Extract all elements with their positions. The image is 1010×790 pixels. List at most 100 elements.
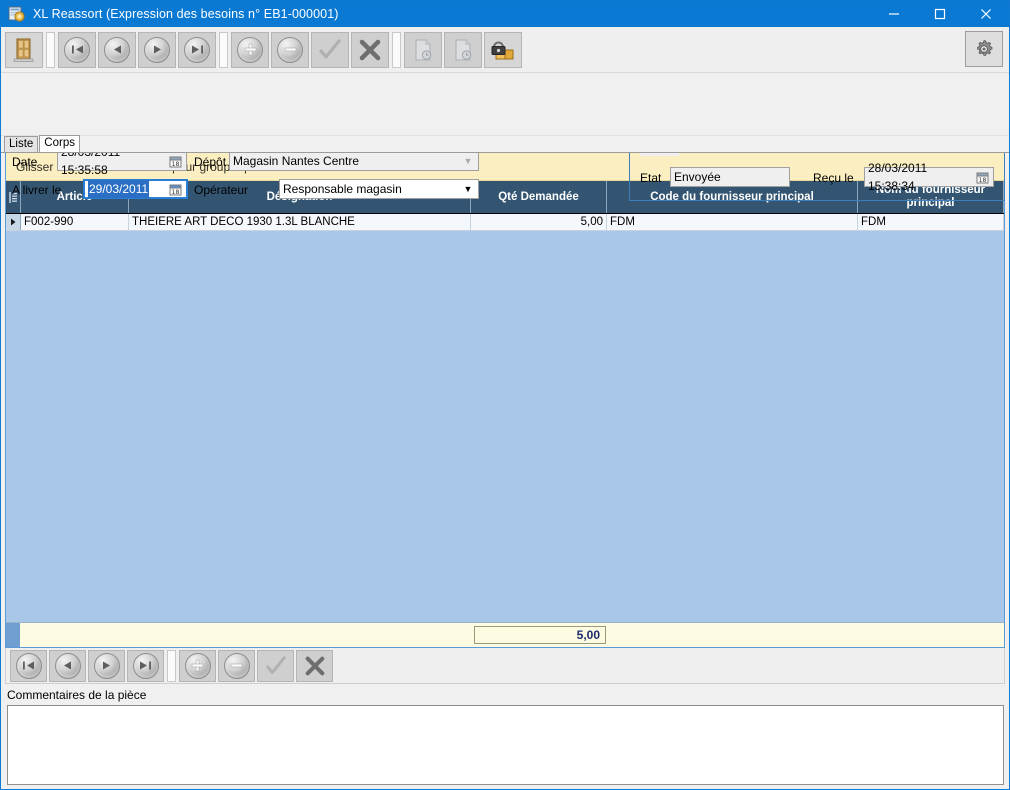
depot-value: Magasin Nantes Centre	[233, 154, 359, 168]
delivery-date-value: 29/03/2011	[88, 180, 149, 198]
grid-first-row-button[interactable]	[10, 650, 47, 682]
state-value: Envoyée	[674, 168, 721, 186]
calendar-icon[interactable]: 18	[168, 154, 183, 169]
grid-footer: 5,00	[6, 622, 1004, 647]
document-search-button[interactable]	[444, 32, 482, 68]
operator-value: Responsable magasin	[283, 182, 402, 196]
operator-combo[interactable]: Responsable magasin ▼	[279, 179, 479, 199]
header-form: Date 28/03/2011 15:35:58 18 A livrer le …	[1, 73, 1009, 136]
column-header-quantity[interactable]: Qté Demandée	[471, 181, 607, 213]
date-label: Date	[12, 155, 37, 169]
cell-quantity: 5,00	[471, 214, 607, 230]
svg-text:18: 18	[172, 161, 180, 168]
tab-corps[interactable]: Corps	[39, 135, 80, 152]
state-field[interactable]: Envoyée	[670, 167, 790, 187]
cross-icon	[304, 656, 326, 676]
calendar-icon-2[interactable]: 18	[168, 182, 183, 197]
cell-supplier-code: FDM	[607, 214, 858, 230]
next-record-icon	[94, 653, 120, 679]
grid-next-row-button[interactable]	[88, 650, 125, 682]
grid-cancel-button[interactable]	[296, 650, 333, 682]
svg-text:18: 18	[979, 177, 987, 184]
bottom-toolbar-separator	[167, 650, 176, 682]
grid-delete-row-button[interactable]	[218, 650, 255, 682]
chevron-down-icon-2[interactable]: ▼	[461, 185, 475, 194]
lock-boxes-icon	[490, 37, 516, 63]
svg-text:18: 18	[172, 189, 180, 196]
check-icon	[264, 655, 288, 677]
application-window: XL Reassort (Expression des besoins n° E…	[0, 0, 1010, 790]
grid-add-row-button[interactable]	[179, 650, 216, 682]
depot-label: Dépôt	[194, 155, 226, 169]
delivery-date-field[interactable]: 29/03/2011 18	[83, 179, 188, 199]
close-icon[interactable]	[963, 1, 1009, 27]
status-groupbox: Statut Etat Envoyée Reçu le 28/03/2011 1…	[629, 149, 1005, 201]
grid-last-row-button[interactable]	[127, 650, 164, 682]
maximize-icon[interactable]	[917, 1, 963, 27]
depot-combo[interactable]: Magasin Nantes Centre ▼	[229, 151, 479, 171]
row-selector-arrow-icon	[6, 214, 21, 230]
state-label: Etat	[640, 171, 661, 185]
settings-button[interactable]	[965, 31, 1003, 67]
delete-record-button[interactable]	[271, 32, 309, 68]
validate-button[interactable]	[311, 32, 349, 68]
cell-supplier-name: FDM	[858, 214, 1004, 230]
first-record-icon	[64, 37, 90, 63]
window-controls	[871, 1, 1009, 27]
cell-article: F002-990	[21, 214, 129, 230]
minimize-icon[interactable]	[871, 1, 917, 27]
received-field[interactable]: 28/03/2011 15:38:34 18	[864, 167, 994, 187]
app-icon	[8, 5, 26, 23]
grid-empty-area	[6, 231, 1004, 622]
previous-record-icon	[104, 37, 130, 63]
next-record-button[interactable]	[138, 32, 176, 68]
toolbar-separator-2	[219, 32, 228, 68]
add-record-button[interactable]	[231, 32, 269, 68]
plus-circle-icon	[237, 37, 263, 63]
previous-record-button[interactable]	[98, 32, 136, 68]
cross-icon	[358, 39, 382, 61]
title-bar[interactable]: XL Reassort (Expression des besoins n° E…	[1, 1, 1009, 27]
minus-circle-icon	[224, 653, 250, 679]
grid-validate-button[interactable]	[257, 650, 294, 682]
first-record-button[interactable]	[58, 32, 96, 68]
window-title: XL Reassort (Expression des besoins n° E…	[33, 7, 339, 21]
document-history-button[interactable]	[404, 32, 442, 68]
chevron-down-icon[interactable]: ▼	[461, 157, 475, 166]
grid-navigation-toolbar	[5, 648, 1005, 684]
check-icon	[317, 38, 343, 62]
tab-strip: Liste Corps	[1, 136, 1009, 153]
calendar-icon-3[interactable]: 18	[975, 170, 990, 185]
comments-section: Commentaires de la pièce	[1, 684, 1009, 789]
exit-door-button[interactable]	[5, 32, 43, 68]
document-clock2-icon	[452, 38, 474, 62]
first-record-icon	[16, 653, 42, 679]
minus-circle-icon	[277, 37, 303, 63]
items-grid-panel: Glisser un entête de colonne pour groupe…	[5, 153, 1005, 648]
gear-icon	[973, 38, 995, 60]
last-record-icon	[133, 653, 159, 679]
table-row[interactable]: F002-990 THEIERE ART DECO 1930 1.3L BLAN…	[6, 214, 1004, 231]
grid-previous-row-button[interactable]	[49, 650, 86, 682]
comments-input[interactable]	[7, 705, 1004, 785]
last-record-button[interactable]	[178, 32, 216, 68]
cancel-button[interactable]	[351, 32, 389, 68]
date-field[interactable]: 28/03/2011 15:35:58 18	[57, 151, 187, 171]
door-icon	[12, 37, 36, 63]
delivery-date-label: A livrer le	[12, 183, 61, 197]
next-record-icon	[144, 37, 170, 63]
main-toolbar	[1, 27, 1009, 73]
plus-circle-icon	[185, 653, 211, 679]
received-label: Reçu le	[813, 171, 854, 185]
last-record-icon	[184, 37, 210, 63]
cell-designation: THEIERE ART DECO 1930 1.3L BLANCHE	[129, 214, 471, 230]
operator-label: Opérateur	[194, 183, 248, 197]
comments-label: Commentaires de la pièce	[7, 688, 1004, 702]
document-clock-icon	[412, 38, 434, 62]
tab-liste[interactable]: Liste	[4, 136, 38, 152]
grid-footer-indicator	[6, 623, 20, 647]
toolbar-separator-1	[46, 32, 55, 68]
lock-stock-button[interactable]	[484, 32, 522, 68]
quantity-total-value: 5,00	[474, 626, 606, 644]
toolbar-separator-3	[392, 32, 401, 68]
